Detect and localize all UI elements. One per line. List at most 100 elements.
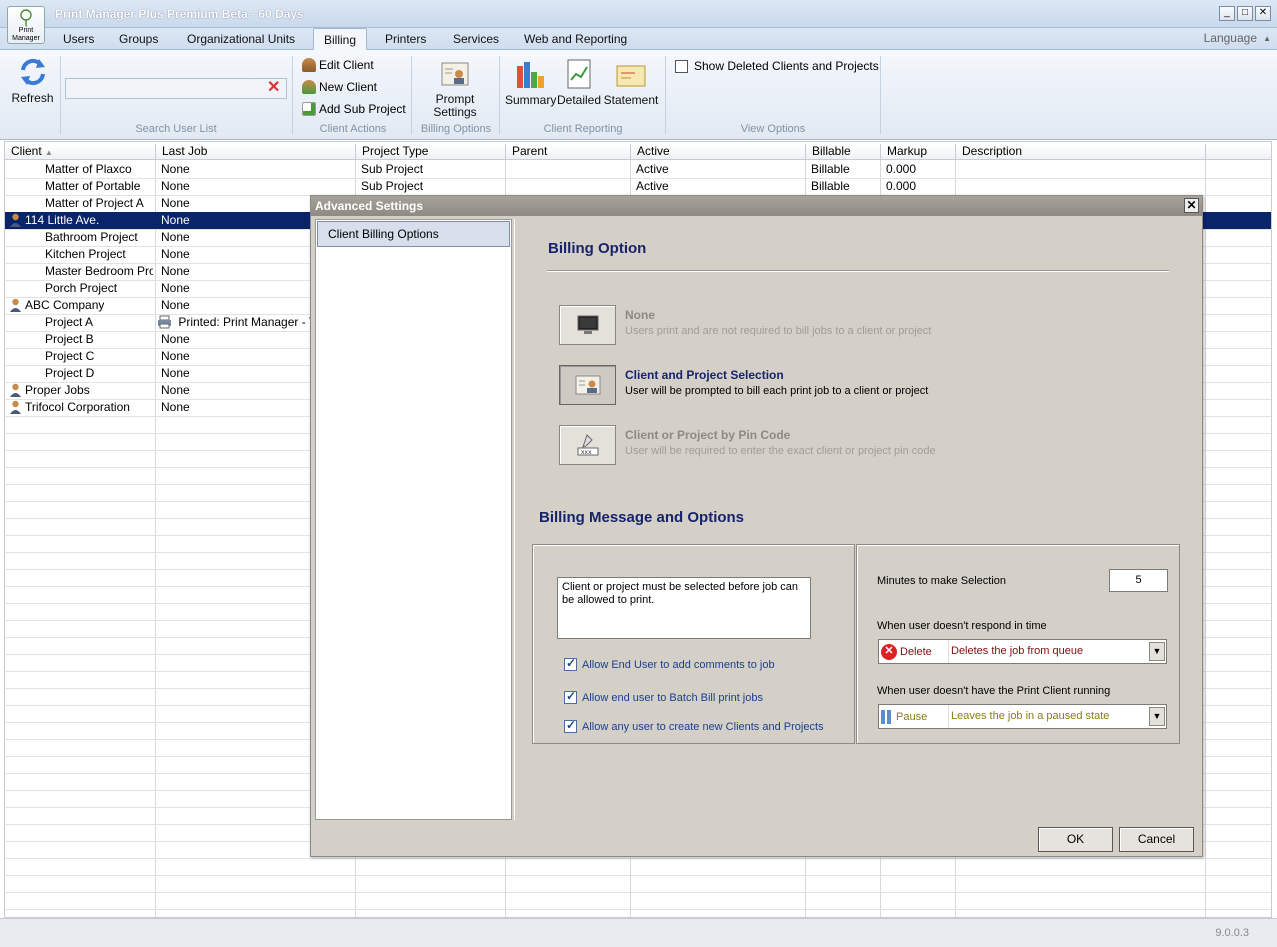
- column-header-description[interactable]: Description: [956, 144, 1206, 160]
- pin-code-icon: xxx: [577, 434, 598, 456]
- new-client-button[interactable]: New Client: [302, 80, 377, 94]
- tab-users[interactable]: Users: [63, 32, 94, 46]
- language-menu[interactable]: Language: [1204, 31, 1257, 45]
- last-job-cell: None: [161, 213, 190, 227]
- column-header-project-type[interactable]: Project Type: [356, 144, 506, 160]
- check-icon[interactable]: [564, 689, 577, 704]
- option-pin-code-button[interactable]: xxx: [559, 425, 616, 465]
- add-sub-project-icon: [302, 102, 316, 116]
- svg-text:xxx: xxx: [581, 449, 592, 456]
- title-bar: Print Manager Plus Premium Beta - 60 Day…: [0, 0, 1277, 28]
- billing-option-heading: Billing Option: [548, 240, 647, 257]
- bar-chart-icon: [517, 62, 544, 88]
- column-header-last-job[interactable]: Last Job: [156, 144, 356, 160]
- option-client-project-selection-title: Client and Project Selection: [625, 368, 784, 382]
- show-deleted-checkbox[interactable]: Show Deleted Clients and Projects: [675, 59, 879, 73]
- tab-organizational-units[interactable]: Organizational Units: [187, 32, 295, 46]
- check-icon[interactable]: [564, 656, 577, 671]
- no-client-select[interactable]: Pause Leaves the job in a paused state ▼: [878, 704, 1167, 729]
- tab-groups[interactable]: Groups: [119, 32, 158, 46]
- menu-tabs: Users Groups Organizational Units Billin…: [0, 28, 1277, 51]
- person-icon: [10, 400, 21, 414]
- prompt-settings-label: Prompt Settings: [433, 92, 477, 119]
- billing-options-group-label: Billing Options: [420, 123, 492, 135]
- column-header-billable[interactable]: Billable: [806, 144, 881, 160]
- column-header-markup[interactable]: Markup: [881, 144, 956, 160]
- edit-client-icon: [302, 58, 316, 72]
- minutes-input[interactable]: 5: [1109, 569, 1168, 592]
- tab-services[interactable]: Services: [453, 32, 499, 46]
- client-cell: Master Bedroom Proj...: [45, 264, 153, 278]
- refresh-label: Refresh: [11, 91, 54, 105]
- table-row[interactable]: Matter of Portable None Sub Project Acti…: [5, 178, 1271, 195]
- billing-message-heading: Billing Message and Options: [539, 509, 745, 526]
- client-cell: Kitchen Project: [45, 247, 126, 261]
- tab-printers[interactable]: Printers: [385, 32, 426, 46]
- option-none-button[interactable]: [559, 305, 616, 345]
- detailed-label: Detailed: [557, 93, 602, 107]
- chevron-down-icon[interactable]: ▼: [1149, 642, 1165, 661]
- last-job-cell: None: [161, 264, 190, 278]
- show-deleted-check[interactable]: [675, 59, 688, 73]
- show-deleted-label: Show Deleted Clients and Projects: [694, 59, 879, 73]
- maximize-button[interactable]: □: [1237, 6, 1253, 21]
- allow-create-clients-checkbox[interactable]: Allow any user to create new Clients and…: [564, 718, 824, 733]
- ribbon-separator: [499, 56, 500, 134]
- no-response-select[interactable]: ✕ Delete Deletes the job from queue ▼: [878, 639, 1167, 664]
- add-sub-project-button[interactable]: Add Sub Project: [302, 102, 406, 116]
- pause-icon: [881, 709, 893, 724]
- detailed-report-button[interactable]: Detailed: [557, 58, 601, 107]
- option-none-desc: Users print and are not required to bill…: [625, 325, 932, 337]
- advanced-settings-dialog: Advanced Settings ✕ Client Billing Optio…: [310, 195, 1203, 857]
- statement-report-button[interactable]: Statement: [603, 58, 659, 107]
- cancel-button[interactable]: Cancel: [1119, 827, 1194, 852]
- prompt-settings-button[interactable]: Prompt Settings: [420, 60, 490, 119]
- chevron-down-icon[interactable]: ▲: [1263, 34, 1271, 43]
- grid-line: [5, 858, 1271, 859]
- client-cell: 114 Little Ave.: [9, 212, 99, 229]
- client-cell: Project C: [45, 349, 95, 363]
- last-job-cell: None: [161, 332, 190, 346]
- close-icon[interactable]: ✕: [1184, 198, 1199, 213]
- dialog-content: Billing Option None Users print and are …: [514, 219, 1201, 820]
- delete-icon: ✕: [881, 643, 897, 660]
- option-pin-code-title: Client or Project by Pin Code: [625, 428, 791, 442]
- column-header-client[interactable]: Client ▲: [5, 144, 156, 160]
- search-group-label: Search User List: [135, 123, 217, 135]
- new-client-label: New Client: [319, 80, 378, 94]
- close-window-button[interactable]: ✕: [1255, 6, 1271, 21]
- ok-button[interactable]: OK: [1038, 827, 1113, 852]
- person-icon: [10, 383, 21, 397]
- monitor-icon: [577, 315, 598, 334]
- allow-comments-checkbox[interactable]: Allow End User to add comments to job: [564, 656, 775, 671]
- column-header-parent[interactable]: Parent: [506, 144, 631, 160]
- chevron-down-icon[interactable]: ▼: [1149, 707, 1165, 726]
- nav-item-client-billing-options[interactable]: Client Billing Options: [317, 221, 510, 247]
- allow-batch-bill-checkbox[interactable]: Allow end user to Batch Bill print jobs: [564, 689, 763, 704]
- active-cell: Active: [636, 179, 669, 193]
- app-logo[interactable]: Print Manager: [7, 6, 45, 44]
- client-cell: Matter of Project A: [45, 196, 144, 210]
- minimize-button[interactable]: _: [1219, 6, 1235, 21]
- check-icon[interactable]: [564, 718, 577, 733]
- allow-comments-label: Allow End User to add comments to job: [582, 658, 775, 671]
- tab-web-and-reporting[interactable]: Web and Reporting: [524, 32, 627, 46]
- clear-search-icon[interactable]: ✕: [267, 80, 280, 96]
- ribbon-separator: [411, 56, 412, 134]
- ribbon-separator: [665, 56, 666, 134]
- refresh-button[interactable]: Refresh: [10, 56, 55, 105]
- search-input[interactable]: [65, 78, 287, 99]
- summary-report-button[interactable]: Summary: [505, 58, 556, 107]
- tab-billing[interactable]: Billing: [313, 28, 368, 51]
- dialog-title: Advanced Settings: [315, 199, 424, 213]
- ribbon-separator: [880, 56, 881, 134]
- billing-message-textarea[interactable]: Client or project must be selected befor…: [557, 577, 811, 639]
- refresh-icon: [20, 58, 45, 86]
- markup-cell: 0.000: [886, 162, 917, 176]
- table-row[interactable]: Matter of Plaxco None Sub Project Active…: [5, 161, 1271, 178]
- option-none-title: None: [625, 308, 655, 322]
- column-header-active[interactable]: Active: [631, 144, 806, 160]
- option-client-project-selection-button[interactable]: [559, 365, 616, 405]
- last-job-cell: Printed: Print Manager - The: [157, 314, 330, 331]
- edit-client-button[interactable]: Edit Client: [302, 58, 374, 72]
